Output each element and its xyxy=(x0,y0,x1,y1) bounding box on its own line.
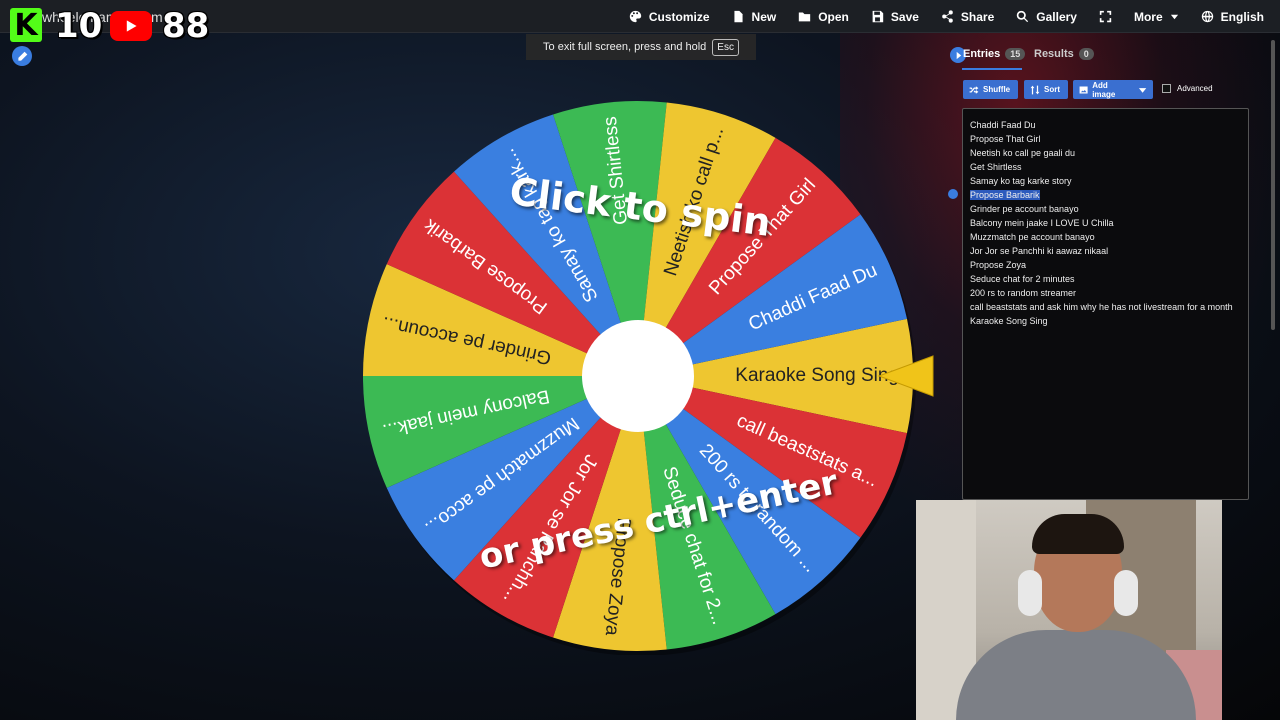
tab-entries-count: 15 xyxy=(1005,48,1026,60)
gallery-button[interactable]: Gallery xyxy=(1016,10,1077,24)
pencil-icon[interactable] xyxy=(12,46,32,66)
folder-icon xyxy=(799,12,811,22)
share-button[interactable]: Share xyxy=(941,10,994,24)
entry-line[interactable]: 200 rs to random streamer xyxy=(970,286,1241,300)
shuffle-icon xyxy=(969,85,979,94)
overlay-left-number: 10 xyxy=(55,6,103,46)
new-button[interactable]: New xyxy=(732,9,777,24)
more-button[interactable]: More xyxy=(1134,10,1179,24)
open-label: Open xyxy=(818,9,849,24)
headphones-right xyxy=(1114,570,1138,616)
customize-label: Customize xyxy=(648,9,710,24)
entry-text: Propose Barbarik xyxy=(970,190,1040,200)
entry-line[interactable]: call beaststats and ask him why he has n… xyxy=(970,300,1241,314)
entry-text: Samay ko tag karke story xyxy=(970,176,1072,186)
entry-line[interactable]: Muzzmatch pe account banayo xyxy=(970,230,1241,244)
add-image-button[interactable]: Add image xyxy=(1073,80,1153,99)
entry-text: Muzzmatch pe account banayo xyxy=(970,232,1095,242)
esc-key: Esc xyxy=(712,38,739,56)
entry-line[interactable]: Karaoke Song Sing xyxy=(970,314,1241,328)
tab-results[interactable]: Results 0 xyxy=(1034,48,1094,60)
caret-down-icon xyxy=(1138,87,1147,93)
active-tab-indicator xyxy=(962,68,1022,70)
entry-text: Karaoke Song Sing xyxy=(970,316,1048,326)
sort-icon xyxy=(1030,85,1040,94)
save-label: Save xyxy=(890,9,919,24)
wheel-graphic[interactable]: Karaoke Song Singcall beaststats a...200… xyxy=(361,100,941,655)
file-icon xyxy=(733,10,743,23)
entries-panel: Entries 15 Results 0 Shuffle Sort Add im… xyxy=(950,44,1262,500)
chevron-right-icon xyxy=(956,51,961,59)
entry-line[interactable]: Propose That Girl xyxy=(970,132,1241,146)
entry-text: Neetish ko call pe gaali du xyxy=(970,148,1076,158)
webcam-person-hair xyxy=(1032,514,1124,554)
fullscreen-notice-text: To exit full screen, press and hold xyxy=(543,41,707,53)
drag-handle[interactable] xyxy=(948,189,958,199)
language-button[interactable]: English xyxy=(1201,10,1264,24)
entry-text: Grinder pe account banayo xyxy=(970,204,1079,214)
entry-text: Balcony mein jaake I LOVE U Chilla xyxy=(970,218,1114,228)
shuffle-button[interactable]: Shuffle xyxy=(963,80,1018,99)
entry-text: Propose That Girl xyxy=(970,134,1041,144)
entry-text: Get Shirtless xyxy=(970,162,1022,172)
fullscreen-button[interactable] xyxy=(1099,10,1112,23)
entry-text: Propose Zoya xyxy=(970,260,1027,270)
language-label: English xyxy=(1220,9,1264,24)
shuffle-label: Shuffle xyxy=(983,85,1011,94)
entry-line[interactable]: Jor Jor se Panchhi ki aawaz nikaal xyxy=(970,244,1241,258)
entry-text: Seduce chat for 2 minutes xyxy=(970,274,1075,284)
entry-line[interactable]: Neetish ko call pe gaali du xyxy=(970,146,1241,160)
headphones-left xyxy=(1018,570,1042,616)
entries-textarea[interactable]: Chaddi Faad Du Propose That Girl Neetish k… xyxy=(962,108,1249,500)
entry-line[interactable]: Get Shirtless xyxy=(970,160,1241,174)
entry-text: Jor Jor se Panchhi ki aawaz nikaal xyxy=(970,246,1109,256)
entry-line[interactable]: Propose Zoya xyxy=(970,258,1241,272)
image-icon xyxy=(1079,86,1088,93)
tab-entries[interactable]: Entries 15 xyxy=(963,48,1026,60)
new-label: New xyxy=(751,9,777,24)
page-scrollbar[interactable] xyxy=(1271,40,1275,330)
kick-logo: K xyxy=(10,8,42,43)
floppy-icon xyxy=(872,10,884,23)
entry-line[interactable]: Grinder pe account banayo xyxy=(970,202,1241,216)
entry-text: Chaddi Faad Du xyxy=(970,120,1036,130)
globe-icon xyxy=(1201,10,1213,23)
palette-icon xyxy=(629,10,642,23)
entry-line[interactable]: Samay ko tag karke story xyxy=(970,174,1241,188)
share-label: Share xyxy=(960,9,995,24)
advanced-checkbox[interactable] xyxy=(1162,84,1171,93)
webcam-feed xyxy=(916,500,1222,720)
wheel-segment-label: Karaoke Song Sing xyxy=(735,365,899,386)
save-button[interactable]: Save xyxy=(871,10,919,24)
fullscreen-notice: To exit full screen, press and hold Esc xyxy=(526,34,756,60)
advanced-toggle[interactable]: Advanced xyxy=(1162,84,1213,93)
add-image-label: Add image xyxy=(1092,80,1116,99)
open-button[interactable]: Open xyxy=(798,10,849,24)
more-label: More xyxy=(1133,9,1163,24)
entry-text: call beaststats and ask him why he has n… xyxy=(970,302,1233,312)
sort-button[interactable]: Sort xyxy=(1024,80,1068,99)
tab-entries-label: Entries xyxy=(963,48,1001,60)
overlay-right-number: 88 xyxy=(162,6,210,46)
entry-line[interactable]: Propose Barbarik xyxy=(970,188,1241,202)
play-icon xyxy=(126,20,137,32)
gallery-label: Gallery xyxy=(1036,9,1077,24)
entry-line[interactable]: Balcony mein jaake I LOVE U Chilla xyxy=(970,216,1241,230)
entry-line[interactable]: Chaddi Faad Du xyxy=(970,118,1241,132)
caret-down-icon xyxy=(1170,14,1178,20)
share-icon xyxy=(942,10,953,23)
fullscreen-icon xyxy=(1099,10,1112,23)
advanced-label: Advanced xyxy=(1177,84,1213,93)
tab-results-label: Results xyxy=(1034,48,1074,60)
top-nav: Customize New Open Save Share Gallery Mo… xyxy=(629,0,1264,33)
customize-button[interactable]: Customize xyxy=(629,10,710,24)
wheel-center[interactable] xyxy=(582,320,694,432)
entry-text: 200 rs to random streamer xyxy=(970,288,1077,298)
spin-wheel[interactable]: Karaoke Song Sing call beaststats a... 200… xyxy=(361,100,941,655)
tab-results-count: 0 xyxy=(1078,48,1094,60)
search-icon xyxy=(1017,10,1029,23)
entry-line[interactable]: Seduce chat for 2 minutes xyxy=(970,272,1241,286)
youtube-logo xyxy=(110,11,152,41)
sort-label: Sort xyxy=(1044,85,1060,94)
